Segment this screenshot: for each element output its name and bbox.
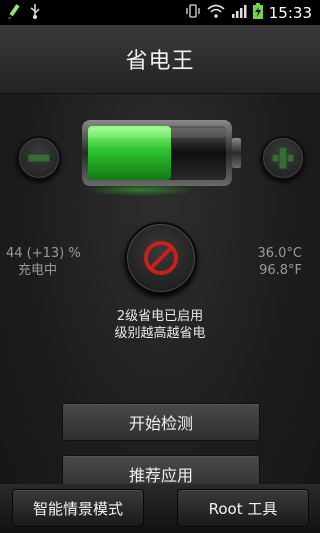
battery-percent: 44 (+13) % [6, 246, 81, 261]
battery-level-graphic [80, 116, 242, 196]
charging-status: 充电中 [18, 263, 58, 278]
root-tools-button[interactable]: Root 工具 [177, 489, 309, 527]
vibrate-icon [185, 3, 201, 23]
mode-level-label: 2级省电已启用 [116, 309, 204, 324]
signal-icon [231, 3, 247, 22]
battery-charging-icon [252, 2, 263, 23]
power-save-mode-text: 2级省电已启用 级别越高越省电 [0, 308, 320, 342]
status-time: 15:33 [268, 3, 312, 22]
mode-hint-label: 级别越高越省电 [114, 326, 206, 341]
battery-stats-right: 36.0°C 96.8°F [257, 245, 302, 279]
increase-level-button[interactable] [261, 136, 305, 180]
status-bar: 15:33 [0, 0, 320, 25]
pencil-icon [6, 3, 22, 23]
wifi-icon [207, 3, 225, 22]
power-save-toggle-button[interactable] [125, 222, 197, 294]
battery-stats-left: 44 (+13) % 充电中 [6, 245, 81, 279]
decrease-level-button[interactable] [17, 136, 61, 180]
title-bar: 省电王 [0, 25, 320, 94]
start-check-button[interactable]: 开始检测 [62, 403, 260, 441]
smart-mode-button[interactable]: 智能情景模式 [12, 489, 144, 527]
usb-icon [28, 3, 42, 23]
page-title: 省电王 [125, 49, 195, 74]
no-entry-icon [144, 241, 178, 275]
temperature-fahrenheit: 96.8°F [259, 263, 302, 278]
temperature-celsius: 36.0°C [257, 246, 302, 261]
minus-icon [27, 153, 51, 163]
plus-icon [271, 146, 295, 170]
